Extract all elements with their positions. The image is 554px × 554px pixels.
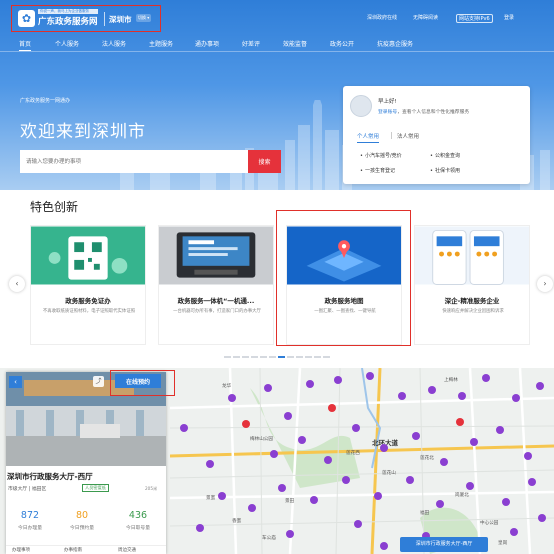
map-popup[interactable]: 深圳市行政服务大厅-西厅 (400, 537, 488, 552)
nav-item-personal[interactable]: 个人服务 (55, 39, 79, 48)
welcome-heading: 欢迎来到深圳市 (20, 122, 146, 142)
login-tip-text: ，查看个人信息和个性化推荐服务 (397, 110, 470, 115)
card-tab-divider (391, 132, 392, 139)
avatar (350, 95, 372, 117)
flower-logo-icon[interactable]: ✿ (18, 10, 35, 27)
chevron-right-icon[interactable]: › (537, 276, 553, 292)
stat-booked-label: 今日预约量 (70, 526, 94, 531)
share-icon[interactable]: ⤴ (93, 376, 104, 387)
tab-services[interactable]: 办理事项 (12, 547, 30, 553)
top-bar: ✿ 你说一声，我马上为企业做服务 广东政务服务网 深圳市 切换 ▾ 深圳政府在线… (0, 0, 554, 36)
hall-level: 市级大厅 | 福田区 (8, 487, 47, 492)
nav-item-disclosure[interactable]: 政务公开 (330, 39, 354, 48)
carousel-dot[interactable] (233, 356, 240, 358)
carousel-dot[interactable] (260, 356, 267, 358)
search-input[interactable] (20, 150, 248, 173)
feature-desc-certificate-free: 不再收取纸质证照材料，电子证照取代实体证照 (42, 309, 136, 314)
location-pin-icons (180, 372, 546, 550)
density-badge: 人员密度低 (82, 484, 109, 492)
portal-title[interactable]: 广东政务服务网 (38, 15, 98, 27)
tab-guide[interactable]: 办事指南 (64, 547, 82, 553)
login-account-link[interactable]: 登录账号 (378, 110, 397, 115)
nav-item-legal[interactable]: 法人服务 (102, 39, 126, 48)
feature-desc-enterprise: 快速响应并解决企业因困和诉求 (442, 309, 504, 314)
carousel-dot[interactable] (287, 356, 294, 358)
login-link[interactable]: 登录 (504, 14, 514, 21)
stat-tickets-value: 436 (128, 510, 148, 521)
stat-tickets-label: 今日取号量 (126, 526, 150, 531)
carousel-dots (0, 353, 554, 360)
card-link-birth-registration[interactable]: 一孩生育登记 (360, 167, 395, 174)
feature-card-kiosk[interactable]: 政务服务一体机“一机通... 一台机器可办所有事，打造家门口的办事大厅 (158, 225, 274, 345)
nav-item-general[interactable]: 通办事项 (195, 39, 219, 48)
hall-name: 深圳市行政服务大厅-西厅 (7, 472, 93, 481)
carousel-dot[interactable] (242, 356, 249, 358)
feature-card-certificate-free[interactable]: 政务服务免证办 不再收取纸质证照材料，电子证照取代实体证照 (30, 225, 146, 345)
feature-title-kiosk: 政务服务一体机“一机通... (177, 297, 255, 305)
chevron-left-icon[interactable]: ‹ (9, 276, 25, 292)
main-nav: 首页 个人服务 法人服务 主题服务 通办事项 好差评 效能监督 政务公开 抗疫惠… (0, 36, 554, 51)
nav-item-supervision[interactable]: 效能监督 (283, 39, 307, 48)
carousel-dot[interactable] (224, 356, 231, 358)
nav-item-home[interactable]: 首页 (19, 39, 32, 51)
kiosk-photo (159, 226, 273, 285)
stat-handled-label: 今日办理量 (18, 526, 42, 531)
carousel-dot[interactable] (251, 356, 258, 358)
enterprise-app-screenshot (415, 226, 529, 285)
qr-code-illustration (31, 226, 145, 285)
nav-item-rating[interactable]: 好差评 (242, 39, 260, 48)
feature-title-certificate-free: 政务服务免证办 (65, 297, 111, 305)
hero-breadcrumb: 广东政务服务一网通办 (20, 98, 71, 104)
carousel-dot[interactable] (296, 356, 303, 358)
nav-item-epidemic[interactable]: 抗疫惠企服务 (377, 39, 413, 48)
features-title: 特色创新 (30, 200, 79, 214)
map-markers (180, 372, 546, 550)
carousel-dot[interactable] (323, 356, 330, 358)
nav-divider (0, 51, 554, 52)
card-link-social-card[interactable]: 社保卡领用 (430, 167, 460, 174)
service-map-highlight-box (276, 210, 411, 346)
panel-tab-strip: 办理事项 办事指南 周边交通 (6, 545, 166, 554)
tab-personal-common[interactable]: 个人常用 (357, 132, 380, 143)
tab-legal-common[interactable]: 法人常用 (397, 132, 419, 140)
tab-traffic[interactable]: 周边交通 (118, 547, 136, 553)
feature-card-enterprise[interactable]: 深企-精准服务企业 快速响应并解决企业因困和诉求 (414, 225, 530, 345)
stat-handled-value: 872 (20, 510, 40, 521)
carousel-dot[interactable] (305, 356, 312, 358)
card-link-car-lottery[interactable]: 小汽车摇号/竞价 (360, 152, 402, 159)
carousel-dot[interactable] (269, 356, 276, 358)
carousel-dot-active[interactable] (278, 356, 285, 358)
feature-title-enterprise: 深企-精准服务企业 (444, 297, 500, 305)
carousel-dot[interactable] (314, 356, 321, 358)
stat-booked-value: 80 (75, 510, 89, 521)
gov-online-link[interactable]: 深圳政府在线 (367, 14, 397, 21)
nav-item-theme[interactable]: 主题服务 (149, 39, 173, 48)
logo-slogan: 你说一声，我马上为企业做服务 (38, 9, 98, 14)
hall-distance: 205米 (145, 486, 158, 491)
login-tip: 登录账号，查看个人信息和个性化推荐服务 (378, 108, 469, 115)
accessibility-link[interactable]: 无障碍阅读 (413, 14, 438, 21)
online-booking-button[interactable]: 在线预约 (115, 374, 161, 388)
ipv6-badge: 网站支持IPv6 (456, 14, 493, 23)
logo-divider (104, 12, 105, 26)
back-arrow-icon[interactable]: ‹ (9, 376, 22, 388)
feature-desc-kiosk: 一台机器可办所有事，打造家门口的办事大厅 (173, 309, 261, 314)
city-name: 深圳市 (109, 15, 132, 24)
greeting-text: 早上好! (378, 99, 397, 105)
card-link-housing-fund[interactable]: 公积金查询 (430, 152, 460, 159)
search-button[interactable]: 搜索 (248, 150, 281, 173)
city-switch-button[interactable]: 切换 ▾ (136, 14, 152, 22)
